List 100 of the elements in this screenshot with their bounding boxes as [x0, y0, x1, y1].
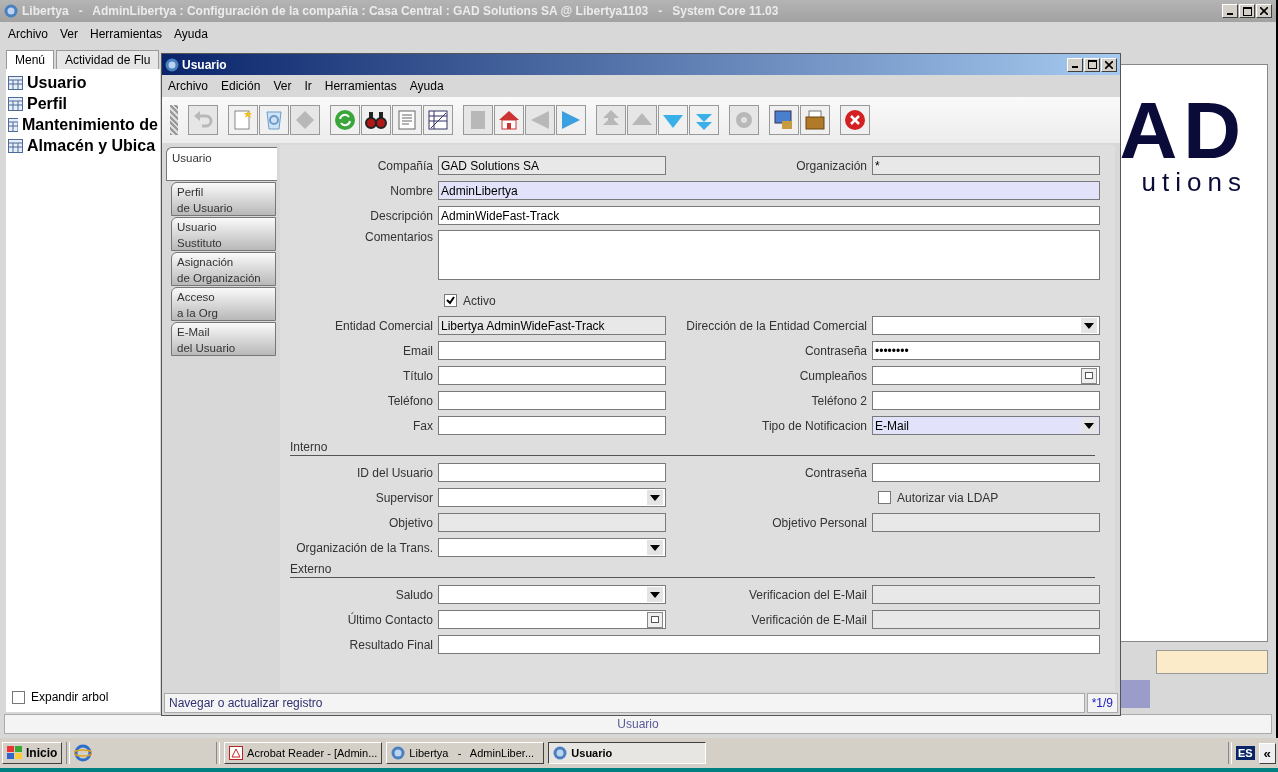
toolbar-button[interactable]	[769, 105, 799, 135]
input-field[interactable]	[438, 463, 666, 482]
tab[interactable]: E-Mail del Usuario	[171, 322, 276, 356]
record-counter: *1/9	[1091, 696, 1113, 710]
menu-item[interactable]: Edición	[221, 79, 261, 93]
input-field[interactable]	[438, 635, 1100, 654]
input-field[interactable]	[438, 341, 666, 360]
input-field[interactable]	[872, 610, 1100, 629]
dropdown-field[interactable]	[872, 316, 1100, 335]
input-field[interactable]	[438, 416, 666, 435]
menu-item[interactable]: Ver	[273, 79, 292, 93]
input-field[interactable]: AdminLibertya	[438, 181, 1100, 200]
tree-item[interactable]: Mantenimiento de	[22, 115, 158, 134]
input-field[interactable]	[438, 366, 666, 385]
checkbox[interactable]	[12, 690, 25, 704]
input-field[interactable]	[1156, 650, 1268, 674]
field-label: Contraseña	[803, 343, 867, 358]
field-label: Verificacion del E-Mail	[747, 587, 867, 602]
checkbox[interactable]	[878, 491, 891, 504]
minimize-icon	[1227, 12, 1233, 15]
input-field[interactable]	[872, 391, 1100, 410]
browser-icon[interactable]	[74, 744, 93, 762]
menu-item[interactable]: Ayuda	[409, 79, 444, 93]
tab[interactable]: Actividad de Flu	[56, 50, 160, 69]
tab[interactable]: Asignación de Organización	[171, 252, 276, 286]
minimize-button[interactable]	[1222, 4, 1238, 18]
field-label: Nombre	[389, 183, 433, 198]
expand-tray-button[interactable]: «	[1258, 742, 1276, 764]
globe-icon	[4, 4, 18, 18]
password-field[interactable]: ••••••••	[872, 341, 1100, 360]
checkbox[interactable]	[444, 294, 457, 307]
tab[interactable]: Usuario Sustituto	[171, 217, 276, 251]
toolbar-grip[interactable]	[170, 105, 178, 135]
input-field[interactable]	[872, 463, 1100, 482]
dropdown-arrow-icon	[650, 591, 660, 598]
input-field[interactable]: AdminWideFast-Track	[438, 206, 1100, 225]
status-text: Navegar o actualizar registro	[169, 696, 323, 710]
dropdown-field[interactable]: E-Mail	[872, 416, 1100, 435]
tree-item[interactable]: Perfil	[27, 94, 67, 113]
table-icon	[8, 96, 23, 111]
input-field[interactable]: GAD Solutions SA	[438, 156, 666, 175]
field-label: Saludo	[394, 587, 433, 602]
menu-item[interactable]: Ver	[60, 27, 79, 41]
taskbar-button[interactable]: Usuario	[548, 742, 707, 764]
field-label: Supervisor	[374, 490, 433, 505]
dropdown-field[interactable]	[438, 538, 666, 557]
checkbox-label: Expandir arbol	[31, 690, 109, 704]
close-button[interactable]	[1256, 4, 1272, 18]
dropdown-field[interactable]	[438, 585, 666, 604]
input-field[interactable]	[872, 585, 1100, 604]
maximize-button[interactable]	[1084, 57, 1100, 72]
taskbar-button[interactable]: Libertya - AdminLiber...	[386, 742, 545, 764]
date-field[interactable]	[872, 366, 1100, 385]
section-title: Interno	[290, 440, 329, 454]
window-title: Libertya - AdminLibertya : Configuración de la compañía : Casa Central : GAD Solutions SA @ Libertya1103 - System Core 11.03	[22, 4, 780, 18]
close-button[interactable]	[1101, 57, 1117, 72]
globe-icon	[391, 746, 406, 760]
menu-item[interactable]: Herramientas	[90, 27, 163, 41]
field-label: Compañía	[376, 158, 433, 173]
dropdown-field[interactable]	[438, 488, 666, 507]
field-label: Resultado Final	[348, 637, 433, 652]
toolbar-button[interactable]	[361, 105, 391, 135]
menu-item[interactable]: Archivo	[8, 27, 48, 41]
input-field[interactable]: *	[872, 156, 1100, 175]
grid-icon	[426, 108, 450, 132]
input-field[interactable]	[438, 513, 666, 532]
calendar-icon	[1085, 372, 1093, 379]
field-label: Objetivo	[387, 515, 433, 530]
field-label: Contraseña	[803, 465, 867, 480]
panel-block	[1120, 680, 1150, 708]
dropdown-arrow-icon	[1084, 422, 1094, 429]
menu-item[interactable]: Ayuda	[174, 27, 208, 41]
menu-item[interactable]: Herramientas	[324, 79, 397, 93]
close-icon	[1105, 60, 1113, 69]
menu-item[interactable]: Archivo	[168, 79, 208, 93]
tree-item[interactable]: Almacén y Ubica	[27, 136, 156, 155]
field-label: Objetivo Personal	[771, 515, 867, 530]
calendar-icon	[651, 616, 659, 623]
language-indicator[interactable]: ES	[1235, 746, 1255, 760]
input-field[interactable]: Libertya AdminWideFast-Track	[438, 316, 666, 335]
maximize-button[interactable]	[1239, 4, 1255, 18]
tab[interactable]: Usuario	[166, 147, 277, 181]
field-label: Verificación de E-Mail	[750, 612, 867, 627]
tab[interactable]: Menú	[6, 50, 55, 69]
input-field[interactable]	[872, 513, 1100, 532]
logo-text: AD	[1121, 95, 1247, 167]
input-field[interactable]	[438, 391, 666, 410]
tree-item[interactable]: Usuario	[27, 73, 87, 92]
start-button[interactable]: Inicio	[2, 742, 63, 764]
minimize-icon	[1072, 66, 1078, 68]
field-label: Dirección de la Entidad Comercial	[685, 318, 867, 333]
taskbar-button[interactable]: Acrobat Reader - [Admin...	[224, 742, 383, 764]
date-field[interactable]	[438, 610, 666, 629]
dropdown-arrow-icon	[650, 494, 660, 501]
tab[interactable]: Acceso a la Org	[171, 287, 276, 321]
field-label: Email	[402, 343, 433, 358]
text-area[interactable]	[438, 230, 1100, 280]
tab[interactable]: Perfil de Usuario	[171, 182, 276, 216]
minimize-button[interactable]	[1067, 57, 1083, 72]
menu-item[interactable]: Ir	[304, 79, 312, 93]
